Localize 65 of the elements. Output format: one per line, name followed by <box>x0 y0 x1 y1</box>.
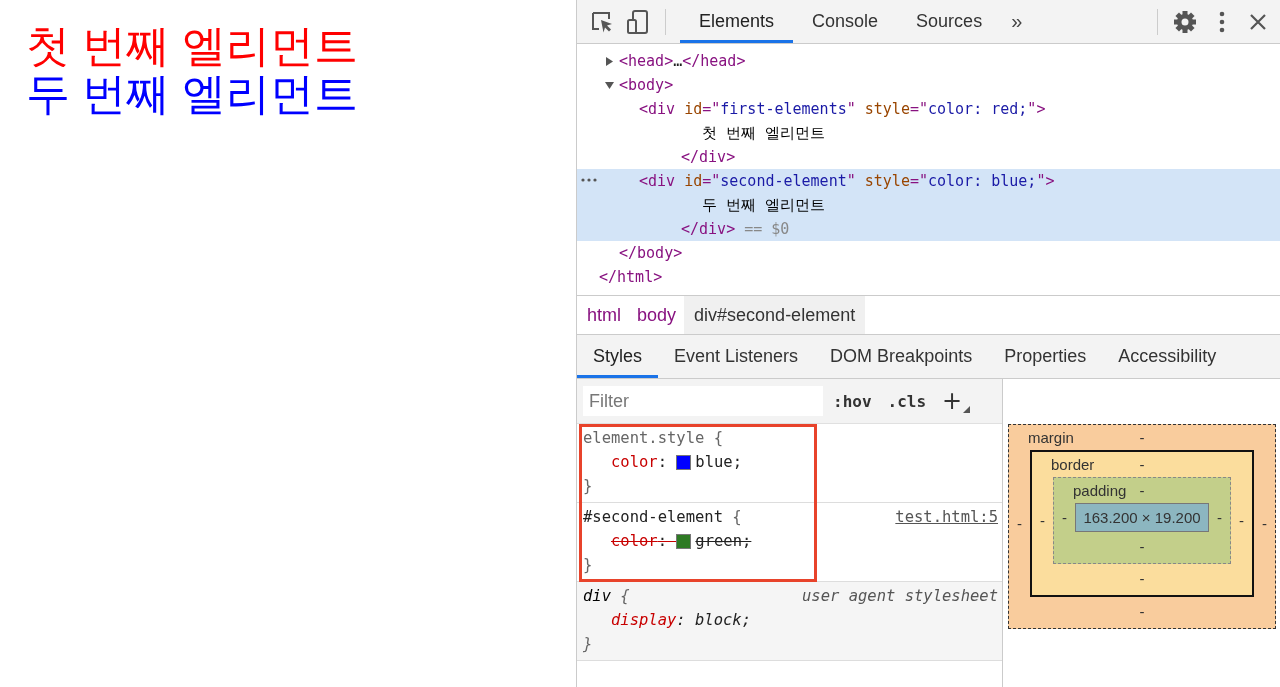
page-text: 첫 번째 엘리먼트 <box>26 22 359 70</box>
closing-brace: } <box>583 635 593 653</box>
box-value: - <box>1139 429 1145 446</box>
closing-tag[interactable]: </html> <box>599 268 663 286</box>
css-selector[interactable]: element.style { <box>583 426 723 450</box>
device-icon[interactable] <box>625 8 651 35</box>
property-name[interactable]: color: <box>611 450 677 474</box>
dom-node[interactable]: <head>…</head> <box>619 52 746 70</box>
box-value: - <box>1238 512 1245 529</box>
collapse-triangle-icon[interactable] <box>605 80 614 90</box>
page-text: 두 번째 엘리먼트 <box>26 70 359 118</box>
box-value: - <box>1138 537 1146 555</box>
sidebar-tab[interactable]: DOM Breakpoints <box>814 335 989 378</box>
sidebar-tab[interactable]: Accessibility <box>1102 335 1233 378</box>
dom-node[interactable]: <body> <box>619 76 674 94</box>
panel-tab[interactable]: Sources <box>897 0 1002 43</box>
color-swatch-icon[interactable] <box>676 533 692 549</box>
content-size: 163.200 × 19.200 <box>1075 503 1209 532</box>
corner-triangle-icon[interactable] <box>963 406 971 413</box>
box-value: - <box>1138 602 1146 620</box>
breadcrumb[interactable]: html <box>579 296 629 334</box>
closing-brace: } <box>583 477 593 495</box>
box-value: - <box>1061 509 1068 526</box>
closing-brace: } <box>583 556 593 574</box>
closing-tag[interactable]: </div> == $0 <box>681 220 790 238</box>
box-value: - <box>1016 515 1023 532</box>
box-label: margin <box>1027 429 1075 446</box>
expand-triangle-icon[interactable] <box>605 56 614 66</box>
color-swatch-icon[interactable] <box>676 454 692 470</box>
box-value: - <box>1039 512 1046 529</box>
sidebar-tab[interactable]: Event Listeners <box>658 335 815 378</box>
filter-field[interactable]: Filter <box>583 386 823 416</box>
css-selector[interactable]: div { <box>583 584 630 608</box>
settings-icon[interactable] <box>1172 8 1198 35</box>
breadcrumb[interactable]: div#second-element <box>684 296 866 334</box>
box-value: - <box>1138 569 1146 587</box>
panel-tab[interactable]: Elements <box>680 0 794 43</box>
sidebar-tab[interactable]: Properties <box>988 335 1103 378</box>
new-rule-button[interactable]: + <box>936 387 973 415</box>
closing-tag[interactable]: </div> <box>681 148 736 166</box>
panel-tab[interactable]: Console <box>793 0 898 43</box>
property-value[interactable]: green; <box>695 529 752 553</box>
css-selector[interactable]: #second-element { <box>583 505 742 529</box>
box-label: padding <box>1072 482 1128 499</box>
box-label: border <box>1050 456 1096 473</box>
property-name[interactable]: color: <box>611 529 677 553</box>
property-value[interactable]: block; <box>695 608 751 632</box>
box-value: - <box>1139 456 1145 473</box>
text-node[interactable]: 첫 번째 엘리먼트 <box>702 123 826 143</box>
ellipsis-icon[interactable] <box>581 178 597 182</box>
toggle-button[interactable]: .cls <box>881 389 933 413</box>
toggle-button[interactable]: :hov <box>827 389 878 413</box>
text-node[interactable]: 두 번째 엘리먼트 <box>702 195 826 215</box>
box-value: - <box>1216 509 1223 526</box>
property-name[interactable]: display: <box>611 608 695 632</box>
more-tabs-button[interactable]: » <box>1001 10 1033 33</box>
closing-tag[interactable]: </body> <box>619 244 683 262</box>
source-label: user agent stylesheet <box>802 586 998 607</box>
source-link[interactable]: test.html:5 <box>895 505 998 529</box>
box-value: - <box>1261 515 1268 532</box>
box-value: - <box>1139 482 1145 499</box>
property-value[interactable]: blue; <box>695 450 743 474</box>
dom-node[interactable]: <div id="first-elements" style="color: red;"> <box>639 100 1046 118</box>
breadcrumb[interactable]: body <box>629 296 685 334</box>
dom-node[interactable]: <div id="second-element" style="color: blue;"> <box>639 172 1055 190</box>
